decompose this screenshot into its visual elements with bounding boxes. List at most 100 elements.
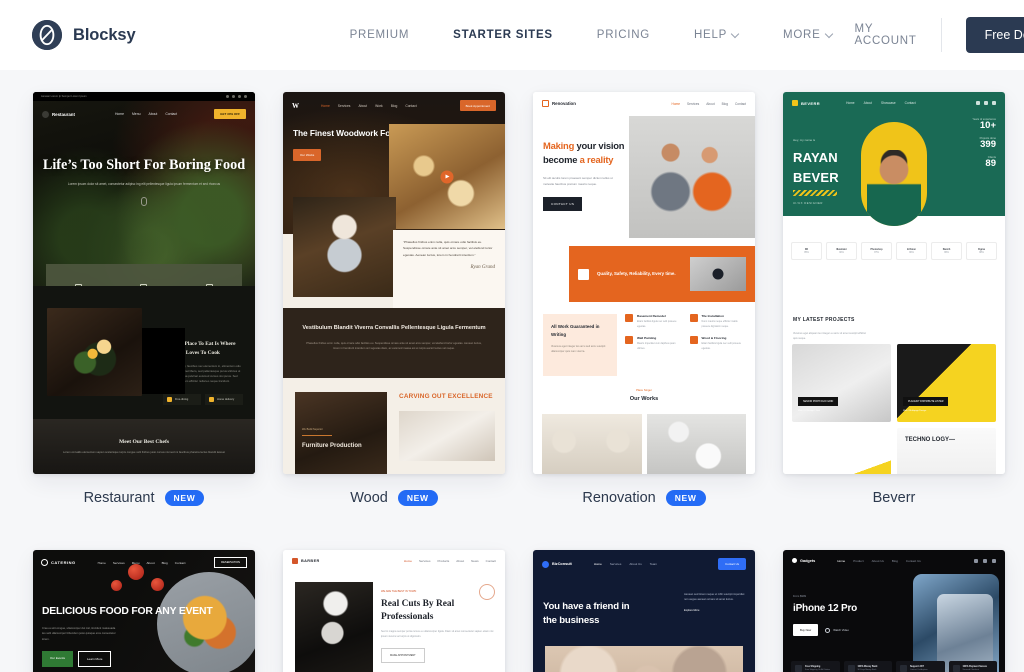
nav-item-premium[interactable]: PREMIUM — [328, 21, 432, 49]
preview-wood[interactable]: W Home Services About Work Blog Contact Boo… — [283, 92, 505, 474]
barber-headline: Real Cuts By Real Professionals — [381, 599, 455, 623]
catering-brand: CATERING — [41, 559, 76, 566]
card-label-renovation: Renovation NEW — [533, 474, 755, 522]
chevron-down-icon — [732, 31, 739, 38]
wood-band: Vestibulum Blandit Viverra Convallis Pel… — [283, 308, 505, 378]
blocksy-logo-icon — [32, 20, 62, 50]
beverr-brand: BEVERR — [792, 100, 820, 106]
header-icons — [974, 558, 996, 563]
feature-item: 100% Payment Secure Secured Checkout — [948, 661, 997, 672]
nav-item-help[interactable]: HELP — [672, 21, 761, 49]
nav-label: PRICING — [596, 29, 650, 41]
site-card-gadgets[interactable]: Gadgets Home Product About Us Blog Contact… — [783, 550, 1005, 672]
site-header: Blocksy PREMIUM STARTER SITES PRICING HE… — [0, 0, 1024, 70]
free-download-button[interactable]: Free Download — [965, 17, 1024, 53]
plank-icon — [689, 336, 698, 345]
preview-beverr[interactable]: BEVERR Home About Showcase Contact Hey, my… — [783, 92, 1005, 474]
wood-carving-title: CARVING OUT EXCELLENCE — [399, 393, 493, 400]
wood-video-thumb — [389, 124, 505, 229]
wood-carving-image — [399, 410, 495, 461]
nav-item-starter-sites[interactable]: STARTER SITES — [431, 21, 575, 49]
wood-quote: “Phasellus finibus enim nulla, quis orna… — [393, 230, 505, 308]
bizconsult-side: Aenean sed lorem neque ut nibh suscipit … — [684, 593, 745, 612]
site-card-beverr[interactable]: BEVERR Home About Showcase Contact Hey, my… — [783, 92, 1005, 522]
card-label-wood: Wood NEW — [283, 474, 505, 522]
catering-text: Cras eu elit congue, ullamcorper dui nis… — [42, 627, 116, 641]
feature-item: Support 24/7 Contact Us Anytime — [896, 661, 945, 672]
feature-best-menu: Best MenuTaste the difference — [177, 264, 242, 286]
restaurant-about: The Best Place To Eat Is Where The Chef … — [33, 286, 255, 419]
header-divider — [940, 18, 942, 52]
feature-item: Free Shipping Free Shipping On All Orders — [791, 661, 840, 672]
restaurant-features: Work HoursMon – Sun / 10 am – 11pm Book … — [46, 264, 242, 286]
my-account-link[interactable]: MY ACCOUNT — [855, 23, 941, 47]
chefs-text: Lorem convallis elementum sapien sceleri… — [62, 450, 226, 454]
barber-cta: MAKE APPOINTMENT — [381, 648, 425, 664]
renovation-video-thumb — [690, 257, 746, 291]
renovation-works-heading: Place Singer Our Works — [629, 388, 659, 402]
renovation-guarantee: All Work Guaranteed in Writing Vivamus e… — [543, 314, 617, 376]
gadgets-nav: Gadgets Home Product About Us Blog Contact… — [783, 550, 1005, 571]
barber-brand: BARBER — [292, 558, 320, 564]
brand-name: Blocksy — [73, 25, 136, 44]
service-item: Basement Remodel Etiam facilisis ligula n… — [625, 314, 682, 329]
nav-label: PREMIUM — [349, 29, 410, 41]
wood-band-title: Vestibulum Blandit Viverra Convallis Pel… — [302, 325, 486, 331]
site-card-renovation[interactable]: Renovation Home Services About Blog Contac… — [533, 92, 755, 522]
gadgets-brand: Gadgets — [792, 558, 815, 563]
squiggle-icon — [793, 190, 837, 197]
preview-renovation[interactable]: Renovation Home Services About Blog Contac… — [533, 92, 755, 474]
wood-quote-text: “Phasellus finibus enim nulla, quis orna… — [403, 240, 493, 257]
site-card-barber[interactable]: BARBER Home Services Products About News Co… — [283, 550, 505, 672]
renovation-brand: Renovation — [542, 100, 576, 107]
feature-work-hours: Work HoursMon – Sun / 10 am – 11pm — [46, 264, 111, 286]
renovation-nav: Renovation Home Services About Blog Contac… — [533, 92, 755, 115]
dish-photo — [47, 308, 142, 396]
table-icon — [140, 284, 148, 286]
preview-gadgets[interactable]: Gadgets Home Product About Us Blog Contact… — [783, 550, 1005, 672]
barber-photo — [295, 582, 373, 672]
preview-bizconsult[interactable]: BizConsult Home Services About Us Team Con… — [533, 550, 755, 672]
status-badge-new: NEW — [164, 490, 205, 506]
gadgets-links: Home Product About Us Blog Contact Us — [837, 558, 921, 563]
catering-links: Home Services Menu About Blog Contact — [97, 560, 186, 565]
preview-catering[interactable]: CATERING Home Services Menu About Blog Cont… — [33, 550, 255, 672]
header-right: MY ACCOUNT Free Download — [855, 17, 1024, 53]
site-card-wood[interactable]: W Home Services About Work Blog Contact Boo… — [283, 92, 505, 522]
scroll-indicator-icon — [141, 196, 147, 206]
social-icons — [976, 101, 996, 105]
brush-icon — [625, 336, 633, 345]
service-item: Wall Painting Mauris imperdiet cum dapibu… — [625, 336, 682, 351]
beverr-tools: XD 85% Illustrator 90% Photoshop 87% InVisi… — [791, 242, 997, 260]
project-tile: TECHNO LOGY— CREATE — [897, 428, 996, 474]
tool-card: InVision 80% — [896, 242, 927, 260]
beverr-nav: BEVERR Home About Showcase Contact — [783, 92, 1005, 114]
support-icon — [900, 665, 907, 672]
menu-icon — [205, 284, 213, 286]
tool-card: Illustrator 90% — [826, 242, 857, 260]
restaurant-hero: Restaurant Home Menu About Contact GET 30%… — [33, 101, 255, 286]
brand-logo[interactable]: Blocksy — [32, 20, 136, 50]
site-card-catering[interactable]: CATERING Home Services Menu About Blog Cont… — [33, 550, 255, 672]
main-navigation: PREMIUM STARTER SITES PRICING HELP MORE — [328, 21, 855, 49]
preview-restaurant[interactable]: Aenean Lorem Ip Semper Lorem Ipsum Resta… — [33, 92, 255, 474]
gallery-image — [542, 414, 642, 474]
gallery-image — [646, 414, 746, 474]
nav-item-more[interactable]: MORE — [761, 21, 855, 49]
restaurant-subtext: Lorem ipsum dolor sit amet, consectetur … — [67, 182, 221, 187]
barber-links: Home Services Products About News Contact — [403, 559, 496, 563]
site-card-restaurant[interactable]: Aenean Lorem Ip Semper Lorem Ipsum Resta… — [33, 92, 255, 522]
card-title: Wood — [350, 490, 388, 506]
restaurant-tags: Fine-dining Home delivery — [163, 393, 243, 405]
restaurant-links: Home Menu About Contact — [114, 112, 178, 116]
wood-works-button: Our Works — [293, 149, 322, 162]
nav-item-pricing[interactable]: PRICING — [575, 21, 672, 49]
restaurant-topbar: Aenean Lorem Ip Semper Lorem Ipsum — [33, 92, 255, 101]
site-card-bizconsult[interactable]: BizConsult Home Services About Us Team Con… — [533, 550, 755, 672]
card-title: Restaurant — [83, 490, 155, 506]
beverr-stats: Years of experience 10+ Projects done 399 … — [972, 118, 996, 169]
card-label-beverr: Beverr — [783, 474, 1005, 522]
preview-barber[interactable]: BARBER Home Services Products About News Co… — [283, 550, 505, 672]
service-item: Tile Installation Nunc mauris neque effic… — [689, 314, 747, 329]
chefs-title: Meet Our Best Chefs — [118, 438, 170, 445]
